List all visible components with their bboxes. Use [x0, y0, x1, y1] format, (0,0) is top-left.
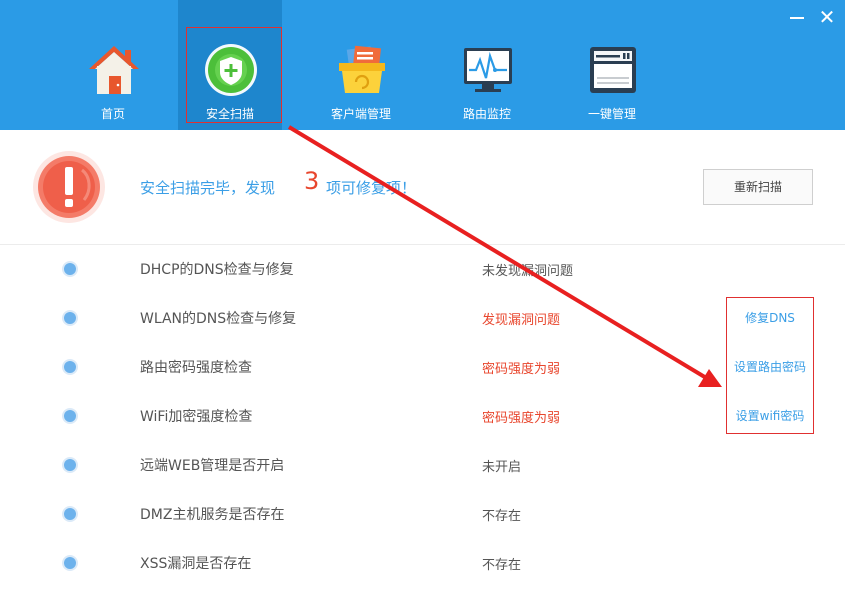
router-device-icon [590, 47, 636, 93]
minimize-icon [790, 17, 804, 19]
folder-basket-icon [339, 45, 385, 93]
top-navigation-bar: ✕ 首页 安全扫描 客户端管理 路由监控 一键管理 [0, 0, 845, 130]
check-row: XSS漏洞是否存在 不存在 [0, 538, 845, 587]
warning-icon [33, 151, 105, 223]
check-result: 密码强度为弱 [482, 362, 561, 377]
status-dot-icon [64, 312, 76, 324]
check-row: DMZ主机服务是否存在 不存在 [0, 489, 845, 538]
issue-count: 3 [304, 167, 320, 195]
status-dot-icon [64, 459, 76, 471]
nav-client-management[interactable]: 客户端管理 [309, 0, 413, 130]
check-name: DHCP的DNS检查与修复 [140, 262, 294, 278]
nav-one-key-management-label: 一键管理 [587, 107, 636, 121]
rescan-button[interactable]: 重新扫描 [703, 169, 813, 205]
check-row: 远端WEB管理是否开启 未开启 [0, 440, 845, 489]
close-button[interactable]: ✕ [816, 6, 838, 28]
check-name: DMZ主机服务是否存在 [140, 507, 285, 523]
check-row: DHCP的DNS检查与修复 未发现漏洞问题 [0, 244, 845, 293]
nav-home-label: 首页 [100, 107, 125, 121]
status-dot-icon [64, 508, 76, 520]
check-name: 路由密码强度检查 [140, 360, 252, 376]
check-result: 发现漏洞问题 [482, 313, 561, 328]
fix-action-link[interactable]: 修复DNS [727, 309, 813, 326]
status-dot-icon [64, 263, 76, 275]
status-dot-icon [64, 361, 76, 373]
check-name: XSS漏洞是否存在 [140, 556, 252, 572]
minimize-button[interactable] [786, 6, 808, 28]
check-row: WLAN的DNS检查与修复 发现漏洞问题 修复DNS [0, 293, 845, 342]
nav-security-scan-label: 安全扫描 [205, 107, 254, 121]
status-dot-icon [64, 557, 76, 569]
monitor-chart-icon [464, 48, 512, 92]
check-name: WiFi加密强度检查 [140, 409, 253, 425]
home-icon [89, 46, 139, 94]
nav-route-monitor[interactable]: 路由监控 [435, 0, 539, 130]
nav-one-key-management[interactable]: 一键管理 [560, 0, 664, 130]
check-row: 路由密码强度检查 密码强度为弱 设置路由密码 [0, 342, 845, 391]
fix-action-link[interactable]: 设置路由密码 [727, 358, 813, 375]
check-result: 未开启 [482, 460, 522, 475]
summary-text-before: 安全扫描完毕，发现 [140, 179, 276, 197]
check-result: 不存在 [482, 509, 522, 524]
check-name: WLAN的DNS检查与修复 [140, 311, 297, 327]
check-result: 未发现漏洞问题 [482, 264, 574, 279]
nav-route-monitor-label: 路由监控 [462, 107, 511, 121]
check-row: WiFi加密强度检查 密码强度为弱 设置wifi密码 [0, 391, 845, 440]
check-name: 远端WEB管理是否开启 [140, 458, 285, 474]
nav-security-scan[interactable]: 安全扫描 [178, 0, 282, 130]
nav-home[interactable]: 首页 [61, 0, 165, 130]
nav-client-management-label: 客户端管理 [330, 107, 391, 121]
shield-plus-icon [205, 44, 257, 96]
fix-action-link[interactable]: 设置wifi密码 [727, 407, 813, 424]
summary-text-after: 项可修复项！ [326, 179, 417, 197]
status-dot-icon [64, 410, 76, 422]
check-result: 密码强度为弱 [482, 411, 561, 426]
check-result: 不存在 [482, 558, 522, 573]
